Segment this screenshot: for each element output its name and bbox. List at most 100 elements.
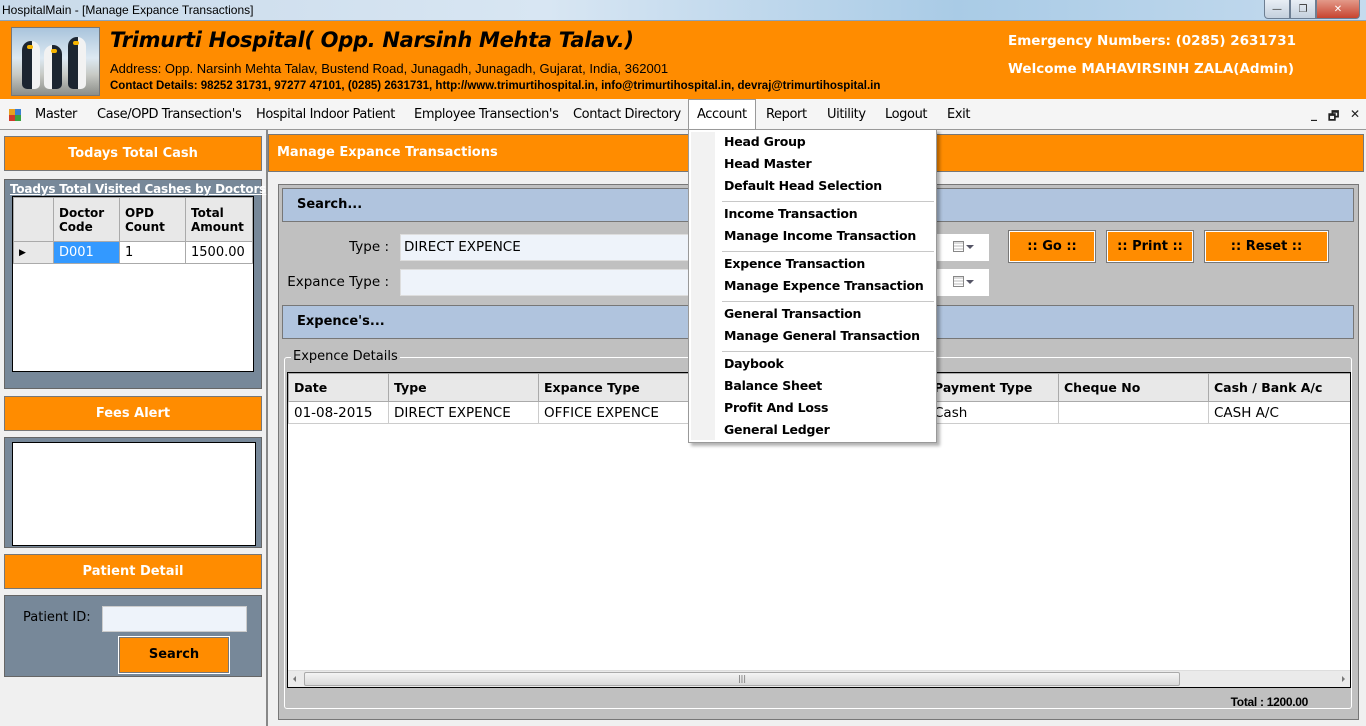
menu-separator — [722, 251, 934, 252]
menu-item-general-transaction[interactable]: General Transaction — [724, 306, 861, 321]
expance-type-select[interactable] — [400, 269, 690, 296]
menu-item-profit-and-loss[interactable]: Profit And Loss — [724, 400, 828, 415]
mdi-minimize-icon[interactable]: _ — [1311, 107, 1317, 121]
window-controls: — ❐ ✕ — [1264, 0, 1360, 19]
menu-icon-gutter — [691, 132, 715, 440]
menu-item-manage-general-transaction[interactable]: Manage General Transaction — [724, 328, 920, 343]
menu-item-manage-income-transaction[interactable]: Manage Income Transaction — [724, 228, 916, 243]
patient-id-label: Patient ID: — [23, 610, 91, 625]
fees-alert-panel — [4, 437, 262, 548]
reset-button[interactable]: :: Reset :: — [1204, 230, 1329, 263]
menu-item-general-ledger[interactable]: General Ledger — [724, 422, 830, 437]
current-row-indicator-icon: ▶ — [13, 241, 54, 264]
total-amount: Total : 1200.00 — [1230, 695, 1309, 709]
print-button[interactable]: :: Print :: — [1106, 230, 1194, 263]
penguin-shape — [22, 41, 40, 89]
cheque-no-cell[interactable] — [1058, 401, 1209, 424]
column-header-date[interactable]: Date — [288, 373, 389, 402]
from-date-picker[interactable] — [929, 234, 989, 261]
column-header[interactable]: OPD Count — [119, 197, 186, 242]
close-icon: ✕ — [1333, 3, 1343, 15]
menu-report[interactable]: Report — [758, 99, 815, 130]
date-cell[interactable]: 01-08-2015 — [288, 401, 389, 424]
hospital-address: Address: Opp. Narsinh Mehta Talav, Buste… — [110, 61, 669, 76]
opd-count-cell[interactable]: 1 — [119, 241, 186, 264]
menu-logout[interactable]: Logout — [877, 99, 935, 130]
table-row[interactable]: ▶ D001 1 1500.00 — [13, 241, 253, 264]
account-dropdown-menu: Head Group Head Master Default Head Sele… — [688, 129, 937, 443]
scroll-left-icon[interactable] — [293, 676, 296, 682]
restore-button[interactable]: ❐ — [1290, 0, 1316, 19]
fees-alert-header: Fees Alert — [4, 396, 262, 431]
horizontal-scrollbar[interactable]: ||| — [288, 670, 1350, 687]
doctor-cash-panel: Toadys Total Visited Cashes by Doctors D… — [4, 179, 266, 389]
fees-alert-list[interactable] — [12, 442, 256, 546]
menu-item-daybook[interactable]: Daybook — [724, 356, 784, 371]
menu-separator — [722, 301, 934, 302]
menu-item-head-master[interactable]: Head Master — [724, 156, 812, 171]
app-icon[interactable] — [9, 109, 21, 121]
hospital-name: Trimurti Hospital( Opp. Narsinh Mehta Ta… — [110, 28, 634, 52]
penguin-shape — [44, 45, 62, 89]
go-button[interactable]: :: Go :: — [1008, 230, 1096, 263]
column-header-cheque-no[interactable]: Cheque No — [1058, 373, 1209, 402]
column-header-type[interactable]: Type — [388, 373, 539, 402]
expance-type-cell[interactable]: OFFICE EXPENCE — [538, 401, 689, 424]
patient-id-input[interactable] — [102, 606, 247, 632]
dropdown-arrow-icon — [966, 245, 974, 249]
menu-employee[interactable]: Employee Transection's — [406, 99, 566, 130]
dropdown-arrow-icon — [966, 280, 974, 284]
patient-search-button[interactable]: Search — [118, 636, 230, 674]
type-cell[interactable]: DIRECT EXPENCE — [388, 401, 539, 424]
cash-bank-cell[interactable]: CASH A/C — [1208, 401, 1350, 424]
to-date-picker[interactable] — [929, 269, 989, 296]
patient-detail-panel: Patient ID: Search — [4, 595, 262, 677]
menu-indoor-patient[interactable]: Hospital Indoor Patient — [248, 99, 403, 130]
mdi-close-icon[interactable]: ✕ — [1350, 107, 1360, 121]
penguin-shape — [68, 37, 86, 89]
welcome-user: Welcome MAHAVIRSINH ZALA(Admin) — [1008, 61, 1295, 77]
scroll-thumb[interactable]: ||| — [304, 672, 1180, 686]
menu-bar: Master Case/OPD Transection's Hospital I… — [0, 99, 1366, 130]
scroll-right-icon[interactable] — [1342, 676, 1345, 682]
penguins-image — [11, 27, 100, 96]
row-header-corner — [13, 197, 54, 242]
patient-detail-header: Patient Detail — [4, 554, 262, 589]
left-sidebar: Todays Total Cash Toadys Total Visited C… — [0, 130, 268, 726]
minimize-button[interactable]: — — [1264, 0, 1290, 19]
todays-total-cash-header: Todays Total Cash — [4, 136, 262, 171]
menu-contact-directory[interactable]: Contact Directory — [565, 99, 689, 130]
column-header[interactable]: Doctor Code — [53, 197, 120, 242]
menu-separator — [722, 201, 934, 202]
menu-item-expence-transaction[interactable]: Expence Transaction — [724, 256, 865, 271]
menu-item-manage-expence-transaction[interactable]: Manage Expence Transaction — [724, 278, 924, 293]
expence-details-legend: Expence Details — [291, 349, 400, 364]
total-amount-cell[interactable]: 1500.00 — [185, 241, 253, 264]
menu-separator — [722, 351, 934, 352]
column-header-expance-type[interactable]: Expance Type — [538, 373, 689, 402]
calendar-icon — [953, 276, 964, 287]
doctor-code-cell[interactable]: D001 — [53, 241, 120, 264]
menu-item-head-group[interactable]: Head Group — [724, 134, 806, 149]
close-button[interactable]: ✕ — [1316, 0, 1360, 19]
menu-item-income-transaction[interactable]: Income Transaction — [724, 206, 858, 221]
column-header[interactable]: Total Amount — [185, 197, 253, 242]
expance-type-label: Expance Type : — [287, 274, 389, 290]
payment-type-cell[interactable]: Cash — [928, 401, 1059, 424]
menu-account[interactable]: Account — [688, 99, 756, 130]
doctor-cash-grid[interactable]: Doctor Code OPD Count Total Amount ▶ D00… — [12, 196, 254, 372]
column-header-payment-type[interactable]: Payment Type — [928, 373, 1059, 402]
menu-case-opd[interactable]: Case/OPD Transection's — [89, 99, 249, 130]
menu-exit[interactable]: Exit — [939, 99, 978, 130]
column-header-cash-bank[interactable]: Cash / Bank A/c — [1208, 373, 1350, 402]
hospital-contact: Contact Details: 98252 31731, 97277 4710… — [110, 80, 881, 92]
menu-utility[interactable]: Uitility — [819, 99, 874, 130]
hospital-header: Trimurti Hospital( Opp. Narsinh Mehta Ta… — [0, 21, 1366, 99]
menu-item-default-head-selection[interactable]: Default Head Selection — [724, 178, 882, 193]
menu-item-balance-sheet[interactable]: Balance Sheet — [724, 378, 822, 393]
window-titlebar: HospitalMain - [Manage Expance Transacti… — [0, 0, 1366, 21]
type-select[interactable]: DIRECT EXPENCE — [400, 234, 690, 261]
menu-master[interactable]: Master — [27, 99, 85, 130]
mdi-restore-icon[interactable]: 🗗 — [1328, 107, 1339, 128]
minimize-icon: — — [1272, 3, 1282, 15]
